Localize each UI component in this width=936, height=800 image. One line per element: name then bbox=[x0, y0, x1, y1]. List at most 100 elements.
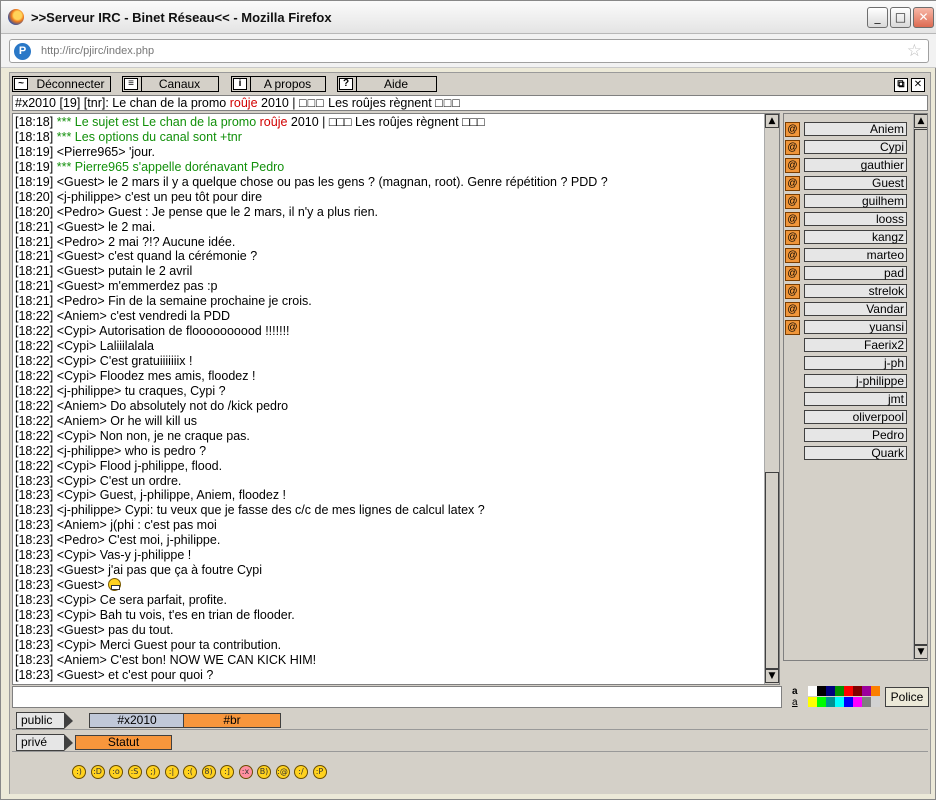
color-swatch[interactable] bbox=[817, 686, 826, 696]
user-item[interactable]: j-ph bbox=[784, 354, 909, 372]
smiley-icon[interactable]: ;) bbox=[146, 765, 160, 779]
color-swatch[interactable] bbox=[871, 697, 880, 707]
user-name[interactable]: jmt bbox=[804, 392, 907, 406]
user-item[interactable]: @ Aniem bbox=[784, 120, 909, 138]
user-name[interactable]: gauthier bbox=[804, 158, 907, 172]
color-swatch[interactable] bbox=[835, 697, 844, 707]
smiley-icon[interactable]: :S bbox=[127, 765, 142, 779]
maximize-button[interactable]: □ bbox=[890, 7, 911, 28]
user-item[interactable]: @ yuansi bbox=[784, 318, 909, 336]
smiley-icon[interactable]: :x bbox=[238, 765, 253, 779]
color-swatch[interactable] bbox=[817, 697, 826, 707]
user-name[interactable]: guilhem bbox=[804, 194, 907, 208]
scroll-down-icon[interactable]: ▼ bbox=[914, 645, 927, 659]
user-name[interactable]: Quark bbox=[804, 446, 907, 460]
user-name[interactable]: Vandar bbox=[804, 302, 907, 316]
user-name[interactable]: Faerix2 bbox=[804, 338, 907, 352]
user-item[interactable]: @ marteo bbox=[784, 246, 909, 264]
close-channel-icon[interactable]: ✕ bbox=[911, 78, 925, 92]
color-swatch[interactable] bbox=[853, 697, 862, 707]
user-item[interactable]: @ Guest bbox=[784, 174, 909, 192]
user-item[interactable]: Pedro bbox=[784, 426, 909, 444]
color-swatch[interactable] bbox=[826, 686, 835, 696]
disconnect-icon: ~ bbox=[14, 78, 28, 90]
tab-x2010[interactable]: #x2010 bbox=[89, 713, 185, 728]
minimize-button[interactable]: _ bbox=[867, 7, 888, 28]
userlist-scroll-thumb[interactable] bbox=[914, 129, 927, 645]
user-item[interactable]: @ pad bbox=[784, 264, 909, 282]
user-item[interactable]: @ kangz bbox=[784, 228, 909, 246]
user-item[interactable]: Quark bbox=[784, 444, 909, 462]
user-name[interactable]: Guest bbox=[804, 176, 907, 190]
smiley-icon[interactable]: :) bbox=[72, 765, 86, 779]
url-field[interactable]: P http://irc/pjirc/index.php ☆ bbox=[9, 39, 929, 63]
user-item[interactable]: @ Cypi bbox=[784, 138, 909, 156]
smiley-icon[interactable]: :( bbox=[183, 765, 197, 779]
smiley-icon[interactable]: :P bbox=[312, 765, 327, 779]
user-item[interactable]: @ guilhem bbox=[784, 192, 909, 210]
scroll-down-icon[interactable]: ▼ bbox=[765, 669, 779, 683]
smiley-icon[interactable]: 8) bbox=[201, 765, 216, 779]
user-name[interactable]: Pedro bbox=[804, 428, 907, 442]
smiley-icon[interactable]: :| bbox=[164, 765, 179, 779]
user-name[interactable]: j-philippe bbox=[804, 374, 907, 388]
user-item[interactable]: j-philippe bbox=[784, 372, 909, 390]
chat-timestamp: [18:23] bbox=[15, 533, 54, 548]
close-window-button[interactable]: ✕ bbox=[913, 7, 934, 28]
tab-status[interactable]: Statut bbox=[75, 735, 172, 750]
color-swatch[interactable] bbox=[826, 697, 835, 707]
message-input[interactable] bbox=[13, 687, 781, 707]
disconnect-button[interactable]: ~ Déconnecter bbox=[12, 76, 111, 92]
chat-scroll-thumb[interactable] bbox=[765, 472, 779, 669]
scroll-up-icon[interactable]: ▲ bbox=[914, 114, 927, 128]
user-item[interactable]: oliverpool bbox=[784, 408, 909, 426]
scroll-up-icon[interactable]: ▲ bbox=[765, 114, 779, 128]
bold-toggle[interactable]: a bbox=[792, 686, 798, 697]
color-swatch[interactable] bbox=[862, 697, 871, 707]
user-item[interactable]: @ Vandar bbox=[784, 300, 909, 318]
tab-br[interactable]: #br bbox=[183, 713, 281, 728]
smiley-icon[interactable]: :/ bbox=[294, 765, 308, 779]
color-swatch[interactable] bbox=[844, 686, 853, 696]
font-button[interactable]: Police bbox=[885, 687, 929, 707]
user-item[interactable]: @ looss bbox=[784, 210, 909, 228]
chat-log[interactable]: [18:18] *** Le sujet est Le chan de la p… bbox=[12, 113, 780, 685]
user-name[interactable]: strelok bbox=[804, 284, 907, 298]
smiley-icon[interactable]: B) bbox=[257, 765, 271, 779]
user-item[interactable]: Faerix2 bbox=[784, 336, 909, 354]
smiley-icon[interactable]: :o bbox=[109, 765, 123, 779]
user-name[interactable]: pad bbox=[804, 266, 907, 280]
user-name[interactable]: kangz bbox=[804, 230, 907, 244]
user-name[interactable]: marteo bbox=[804, 248, 907, 262]
smiley-icon[interactable]: :@ bbox=[275, 765, 290, 779]
user-name[interactable]: yuansi bbox=[804, 320, 907, 334]
user-name[interactable]: oliverpool bbox=[804, 410, 907, 424]
color-swatch[interactable] bbox=[844, 697, 853, 707]
color-swatch[interactable] bbox=[835, 686, 844, 696]
color-swatch[interactable] bbox=[808, 686, 817, 696]
color-swatch[interactable] bbox=[808, 697, 817, 707]
bookmark-star-icon[interactable]: ☆ bbox=[907, 41, 922, 61]
user-item[interactable]: @ gauthier bbox=[784, 156, 909, 174]
user-name[interactable]: j-ph bbox=[804, 356, 907, 370]
user-item[interactable]: jmt bbox=[784, 390, 909, 408]
user-item[interactable]: @ strelok bbox=[784, 282, 909, 300]
restore-window-icon[interactable]: ⧉ bbox=[894, 78, 908, 92]
color-swatch[interactable] bbox=[853, 686, 862, 696]
color-swatch[interactable] bbox=[862, 686, 871, 696]
underline-toggle[interactable]: a bbox=[792, 697, 798, 708]
help-button[interactable]: ? Aide bbox=[337, 76, 437, 92]
chat-scrollbar[interactable]: ▲ ▼ bbox=[764, 114, 779, 684]
userlist-scrollbar[interactable]: ▲ ▼ bbox=[913, 114, 927, 660]
url-text[interactable]: http://irc/pjirc/index.php bbox=[41, 45, 154, 57]
color-swatch[interactable] bbox=[871, 686, 880, 696]
about-button[interactable]: i A propos bbox=[231, 76, 326, 92]
smiley-icon[interactable]: :] bbox=[220, 765, 234, 779]
chat-line: [18:22] <j-philippe> who is pedro ? bbox=[15, 444, 765, 459]
user-name[interactable]: looss bbox=[804, 212, 907, 226]
channels-button[interactable]: ≡ Canaux bbox=[122, 76, 219, 92]
smiley-bar: :) :D :o :S;) :| :( 8):] :x B) :@ :/ :P bbox=[10, 758, 930, 794]
smiley-icon[interactable]: :D bbox=[90, 765, 105, 779]
user-name[interactable]: Aniem bbox=[804, 122, 907, 136]
user-name[interactable]: Cypi bbox=[804, 140, 907, 154]
